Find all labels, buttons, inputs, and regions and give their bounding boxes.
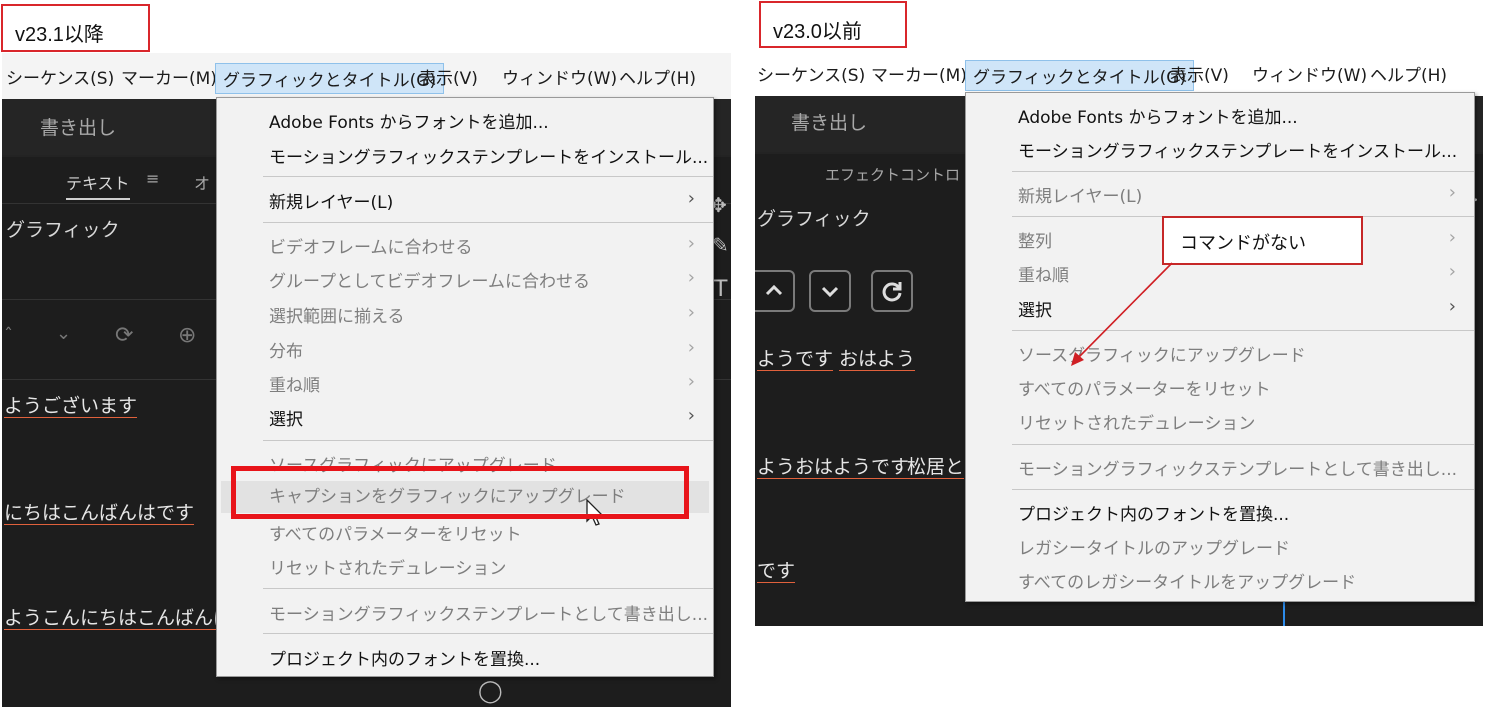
menu-item-reset-duration[interactable]: リセットされたデュレーション <box>1018 409 1474 435</box>
menu-item-reset-duration[interactable]: リセットされたデュレーション <box>269 554 713 580</box>
menu-item-select[interactable]: 選択 › <box>269 405 713 431</box>
menu-separator <box>263 176 713 177</box>
right-menubar: シーケンス(S) マーカー(M) グラフィックとタイトル(G) 表示(V) ウィ… <box>755 50 1483 96</box>
menu-separator <box>263 588 713 589</box>
menu-window[interactable]: ウィンドウ(W) <box>1252 61 1367 86</box>
tab-menu-icon[interactable]: ≡ <box>146 169 159 188</box>
menu-marker[interactable]: マーカー(M) <box>871 61 967 86</box>
menu-item-add-adobe-fonts[interactable]: Adobe Fonts からフォントを追加... <box>269 108 713 134</box>
chevron-down-icon <box>821 286 839 298</box>
panel-title: グラフィック <box>6 219 120 241</box>
refresh-button[interactable] <box>871 270 913 312</box>
menu-separator <box>263 633 713 634</box>
submenu-arrow-icon: › <box>687 267 695 288</box>
caption-row[interactable]: ようおはようです <box>757 452 909 479</box>
tab-partial[interactable]: オ <box>194 170 210 194</box>
submenu-arrow-icon: › <box>1448 227 1456 248</box>
menu-item-install-mogrt[interactable]: モーショングラフィックステンプレートをインストール... <box>269 143 713 169</box>
caption-row[interactable]: 松居と <box>907 452 964 479</box>
left-menubar: シーケンス(S) マーカー(M) グラフィックとタイトル(G) 表示(V) ウィ… <box>2 53 731 99</box>
menu-item-upgrade-legacy-title[interactable]: レガシータイトルのアップグレード <box>1018 534 1474 560</box>
menu-item-replace-fonts[interactable]: プロジェクト内のフォントを置換... <box>269 645 713 671</box>
left-screenshot: シーケンス(S) マーカー(M) グラフィックとタイトル(G) 表示(V) ウィ… <box>2 53 731 707</box>
menu-item-export-mogrt[interactable]: モーショングラフィックステンプレートとして書き出し... <box>269 600 713 626</box>
submenu-arrow-icon: › <box>1448 296 1456 317</box>
tab-effect-controls[interactable]: エフェクトコントロ <box>825 164 960 185</box>
add-icon[interactable]: ⊕ <box>178 323 196 348</box>
refresh-icon[interactable]: ⟳ <box>115 323 133 348</box>
chevron-down-icon[interactable]: ⌄ <box>56 323 71 344</box>
menu-item-reset-all-parameters[interactable]: すべてのパラメーターをリセット <box>1018 375 1474 401</box>
callout-no-command: コマンドがない <box>1162 216 1363 265</box>
menu-help[interactable]: ヘルプ(H) <box>1370 61 1447 86</box>
menu-item-fit-video-frame[interactable]: ビデオフレームに合わせる › <box>269 233 713 259</box>
caption-row[interactable]: です <box>757 556 795 583</box>
menu-graphics-titles[interactable]: グラフィックとタイトル(G) <box>215 63 445 94</box>
version-label-old: v23.0以前 <box>759 1 907 48</box>
submenu-arrow-icon: › <box>687 405 695 426</box>
export-tab[interactable]: 書き出し <box>40 113 116 140</box>
caption-row[interactable]: ようです <box>757 344 833 371</box>
submenu-arrow-icon: › <box>687 371 695 392</box>
menu-graphics-titles[interactable]: グラフィックとタイトル(G) <box>965 60 1195 91</box>
caption-row[interactable]: ようこんにちはこんばんは <box>4 603 232 630</box>
chevron-down-button[interactable] <box>809 270 851 312</box>
menu-separator <box>1012 489 1474 490</box>
menu-item-install-mogrt[interactable]: モーショングラフィックステンプレートをインストール... <box>1018 137 1474 163</box>
menu-item-add-adobe-fonts[interactable]: Adobe Fonts からフォントを追加... <box>1018 103 1474 129</box>
menu-view[interactable]: 表示(V) <box>419 64 478 89</box>
submenu-arrow-icon: › <box>1448 261 1456 282</box>
menu-item-upgrade-all-legacy-titles[interactable]: すべてのレガシータイトルをアップグレード <box>1018 568 1474 594</box>
tool-pen-icon[interactable]: ✎ <box>712 233 729 257</box>
submenu-arrow-icon: › <box>687 233 695 254</box>
menu-item-align-selection[interactable]: 選択範囲に揃える › <box>269 302 713 328</box>
tool-text-icon[interactable]: T <box>714 277 727 302</box>
highlight-box <box>231 466 689 519</box>
submenu-arrow-icon: › <box>687 302 695 323</box>
chevron-up-icon[interactable]: ˆ <box>4 325 13 346</box>
export-tab[interactable]: 書き出し <box>791 108 867 135</box>
right-screenshot: シーケンス(S) マーカー(M) グラフィックとタイトル(G) 表示(V) ウィ… <box>755 50 1483 626</box>
menu-marker[interactable]: マーカー(M) <box>121 64 217 89</box>
menu-item-export-mogrt[interactable]: モーショングラフィックステンプレートとして書き出し... <box>1018 455 1474 481</box>
menu-separator <box>263 440 713 441</box>
menu-item-select[interactable]: 選択 › <box>1018 296 1474 322</box>
menu-window[interactable]: ウィンドウ(W) <box>502 64 617 89</box>
menu-separator <box>1012 171 1474 172</box>
caption-row[interactable]: にちはこんばんはです <box>4 498 194 525</box>
menu-sequence[interactable]: シーケンス(S) <box>757 61 865 86</box>
menu-sequence[interactable]: シーケンス(S) <box>6 64 114 89</box>
right-graphics-menu: Adobe Fonts からフォントを追加... モーショングラフィックステンプ… <box>965 92 1475 602</box>
menu-item-distribute[interactable]: 分布 › <box>269 337 713 363</box>
menu-item-arrange[interactable]: 重ね順 › <box>269 371 713 397</box>
caption-row[interactable]: ようございます <box>4 391 137 418</box>
menu-item-upgrade-to-source-graphic[interactable]: ソースグラフィックにアップグレード <box>1018 341 1474 367</box>
menu-item-new-layer[interactable]: 新規レイヤー(L) › <box>269 188 713 214</box>
menu-item-new-layer[interactable]: 新規レイヤー(L) › <box>1018 182 1474 208</box>
menu-item-fit-video-frame-group[interactable]: グループとしてビデオフレームに合わせる › <box>269 267 713 293</box>
slider-handle[interactable]: ◯ <box>478 679 503 704</box>
caption-row[interactable]: おはよう <box>839 344 915 371</box>
chevron-up-button[interactable] <box>755 270 795 312</box>
menu-separator <box>1012 330 1474 331</box>
submenu-arrow-icon: › <box>687 337 695 358</box>
menu-view[interactable]: 表示(V) <box>1170 61 1229 86</box>
version-label-new: v23.1以降 <box>1 4 150 52</box>
menu-separator <box>263 222 713 223</box>
chevron-up-icon <box>765 284 783 296</box>
menu-item-reset-all-parameters[interactable]: すべてのパラメーターをリセット <box>269 520 713 546</box>
panel-title: グラフィック <box>757 208 871 230</box>
menu-help[interactable]: ヘルプ(H) <box>619 64 696 89</box>
submenu-arrow-icon: › <box>1448 182 1456 203</box>
tab-text[interactable]: テキスト <box>66 170 130 200</box>
refresh-icon <box>882 282 902 302</box>
menu-separator <box>1012 444 1474 445</box>
submenu-arrow-icon: › <box>687 188 695 209</box>
menu-item-replace-fonts[interactable]: プロジェクト内のフォントを置換... <box>1018 500 1474 526</box>
left-graphics-menu: Adobe Fonts からフォントを追加... モーショングラフィックステンプ… <box>216 97 714 677</box>
